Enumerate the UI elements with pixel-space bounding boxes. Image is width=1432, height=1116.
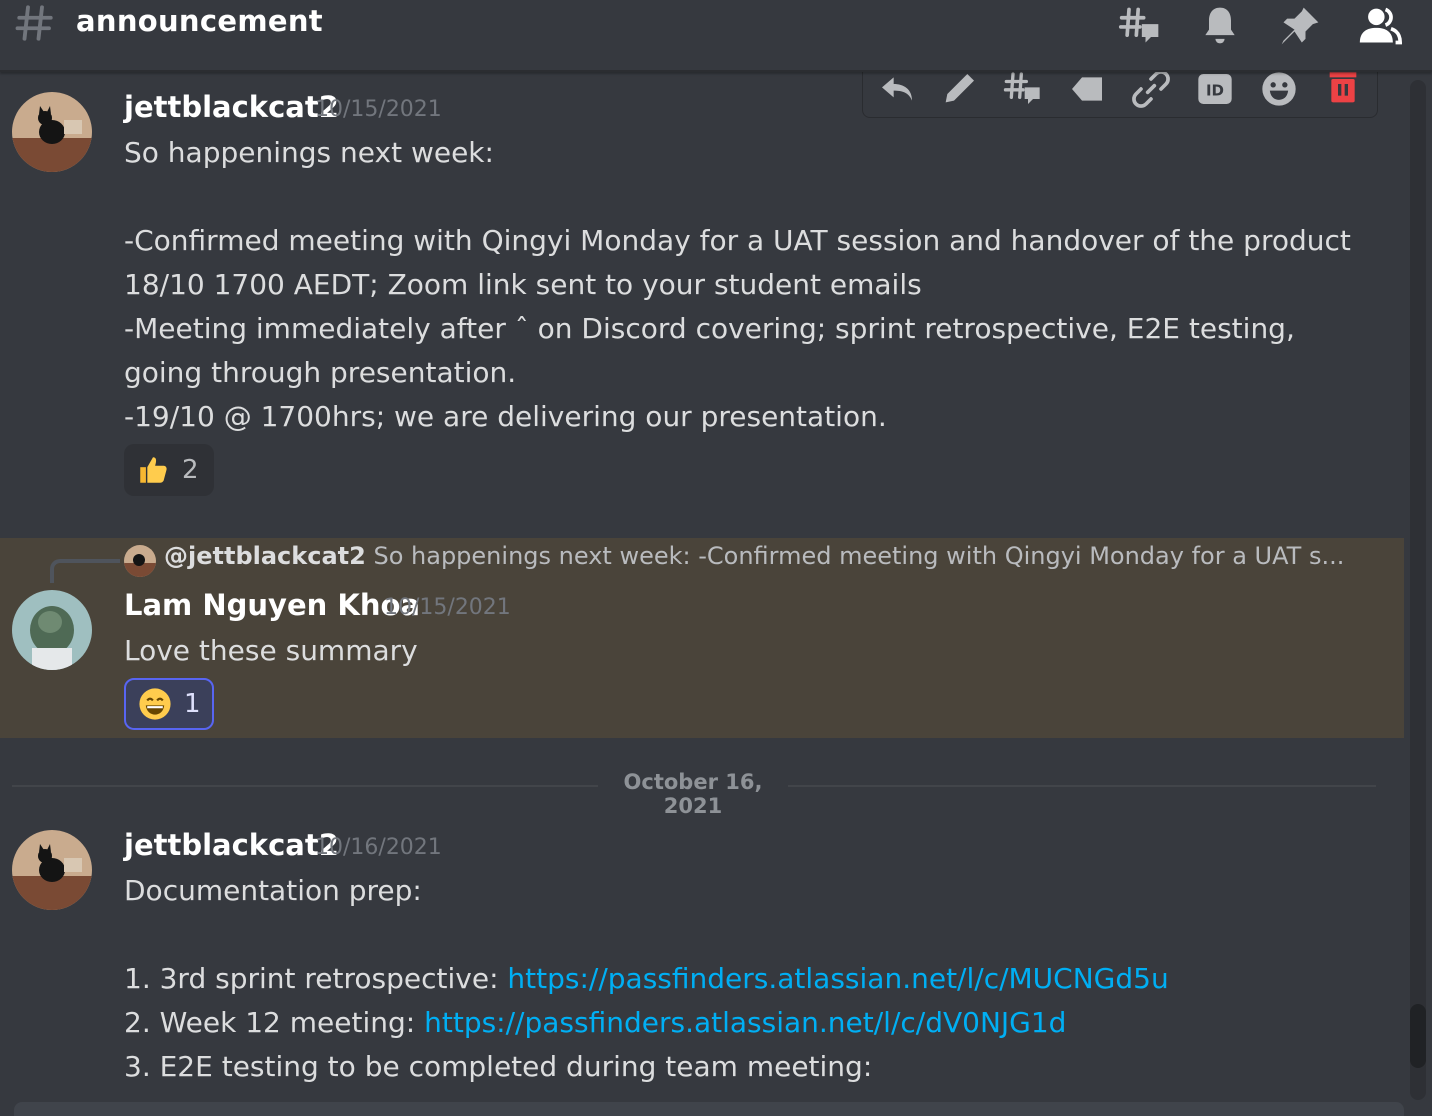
message-link[interactable]: https://passfinders.atlassian.net/l/c/dV…	[424, 1006, 1066, 1039]
reply-icon[interactable]	[877, 69, 917, 109]
date-divider-label: October 16, 2021	[598, 770, 788, 818]
reply-connector	[50, 559, 120, 583]
member-list-icon[interactable]	[1358, 4, 1402, 48]
channel-header: announcement	[0, 0, 1432, 72]
delete-icon[interactable]	[1323, 69, 1363, 109]
avatar-statue-image	[12, 590, 92, 670]
mark-unread-icon[interactable]	[1067, 69, 1107, 109]
avatar[interactable]	[12, 830, 92, 910]
grinning-face-icon	[139, 688, 171, 720]
message-text-line: 2. Week 12 meeting: https://passfinders.…	[124, 1001, 1066, 1045]
reply-avatar-cat-image	[124, 545, 156, 577]
channel-name: announcement	[76, 4, 323, 38]
avatar-black-cat-image	[12, 92, 92, 172]
reply-preview-text: So happenings next week: -Confirmed meet…	[373, 542, 1345, 570]
message-text-line: Documentation prep:	[124, 874, 422, 907]
reaction-count: 2	[182, 455, 199, 485]
avatar-black-cat-image	[12, 830, 92, 910]
message-text-line: -Meeting immediately after ˆ on Discord …	[124, 312, 1295, 345]
edit-icon[interactable]	[939, 69, 979, 109]
message-text-line: So happenings next week:	[124, 136, 494, 169]
message-author[interactable]: jettblackcat2	[124, 90, 339, 124]
list-item-text: 2. Week 12 meeting:	[124, 1006, 425, 1039]
copy-link-icon[interactable]	[1131, 69, 1171, 109]
message-text-line: going through presentation.	[124, 356, 517, 389]
message-timestamp: 10/16/2021	[315, 835, 442, 860]
date-divider-line	[12, 785, 598, 787]
threads-icon[interactable]	[1118, 4, 1162, 48]
message-timestamp: 10/15/2021	[315, 97, 442, 122]
reaction-grinning-face[interactable]: 1	[124, 678, 214, 730]
notification-bell-icon[interactable]	[1198, 4, 1242, 48]
list-item-text: 1. 3rd sprint retrospective:	[124, 962, 508, 995]
avatar[interactable]	[12, 92, 92, 172]
copy-id-icon[interactable]: ID	[1195, 69, 1235, 109]
svg-text:ID: ID	[1206, 82, 1224, 100]
message-text-line: 1. 3rd sprint retrospective: https://pas…	[124, 957, 1169, 1001]
text-channel-icon	[15, 5, 53, 41]
reply-avatar[interactable]	[124, 545, 156, 577]
reaction-thumbs-up[interactable]: 2	[124, 444, 214, 496]
message-input-bar[interactable]	[14, 1102, 1404, 1116]
scrollbar-track[interactable]	[1410, 80, 1426, 1100]
message-text-line: Love these summary	[124, 634, 418, 667]
message-text-line: -19/10 @ 1700hrs; we are delivering our …	[124, 400, 887, 433]
reply-preview[interactable]: @jettblackcat2 So happenings next week: …	[164, 542, 1344, 570]
scrollbar-thumb[interactable]	[1410, 1004, 1426, 1068]
message-text-line: -Confirmed meeting with Qingyi Monday fo…	[124, 224, 1351, 257]
thumbs-up-icon	[140, 457, 167, 483]
message-author[interactable]: jettblackcat2	[124, 828, 339, 862]
avatar[interactable]	[12, 590, 92, 670]
add-reaction-icon[interactable]	[1259, 69, 1299, 109]
message-text-line: 3. E2E testing to be completed during te…	[124, 1050, 873, 1083]
reply-mention[interactable]: @jettblackcat2	[164, 542, 366, 570]
pin-icon[interactable]	[1278, 4, 1322, 48]
message-author[interactable]: Lam Nguyen Khoa	[124, 588, 420, 622]
create-thread-icon[interactable]	[1003, 69, 1043, 109]
message-link[interactable]: https://passfinders.atlassian.net/l/c/MU…	[507, 962, 1168, 995]
message-text-line: 18/10 1700 AEDT; Zoom link sent to your …	[124, 268, 922, 301]
date-divider-line	[788, 785, 1376, 787]
message-timestamp: 10/15/2021	[384, 595, 511, 620]
reaction-count: 1	[184, 689, 201, 719]
